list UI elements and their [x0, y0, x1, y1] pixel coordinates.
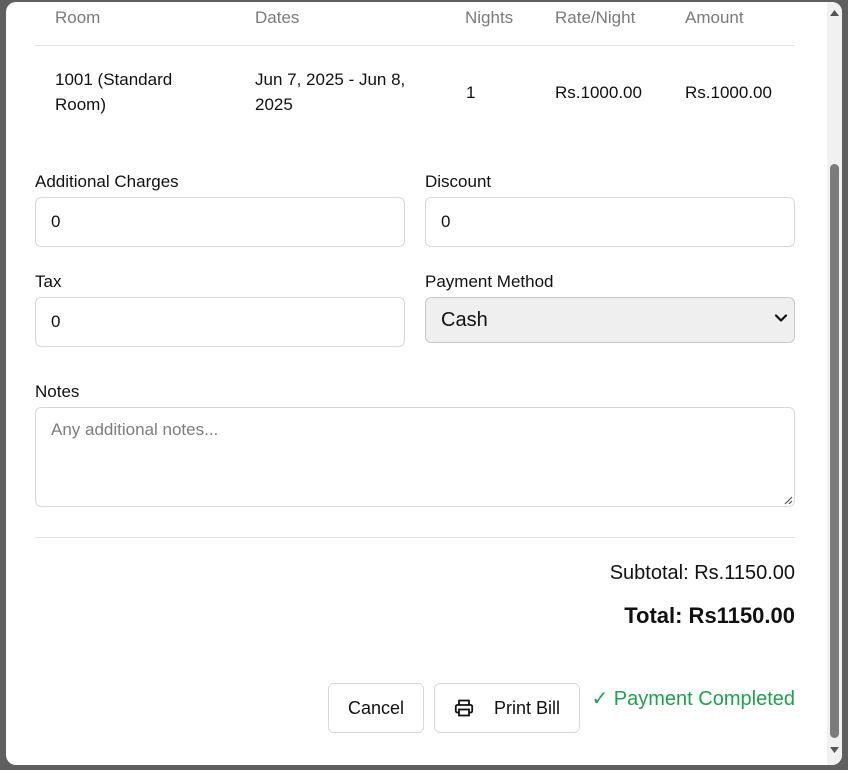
table-header: Room Dates Nights Rate/Night Amount: [35, 2, 795, 46]
print-bill-label: Print Bill: [493, 697, 560, 718]
cell-amount: Rs.1000.00: [685, 83, 772, 102]
column-header-amount: Amount: [685, 8, 744, 27]
cell-dates-line1: Jun 7, 2025 - Jun 8,: [255, 70, 406, 89]
cancel-button[interactable]: Cancel: [328, 683, 424, 733]
column-header-rate: Rate/Night: [555, 8, 636, 27]
printer-icon: [454, 699, 474, 717]
additional-charges-input[interactable]: [35, 197, 405, 247]
cell-room: 1001 (Standard Room): [55, 67, 172, 117]
scrollbar-thumb[interactable]: [830, 164, 839, 738]
column-header-room: Room: [55, 8, 101, 27]
cell-nights: 1: [466, 83, 476, 102]
cell-rate: Rs.1000.00: [555, 83, 642, 102]
payment-method-label: Payment Method: [425, 272, 554, 291]
notes-label: Notes: [35, 382, 80, 401]
tax-input[interactable]: [35, 297, 405, 347]
payment-method-select[interactable]: Cash: [425, 297, 795, 343]
billing-modal: Room Dates Nights Rate/Night Amount 1001…: [6, 2, 842, 765]
cancel-button-label: Cancel: [347, 697, 405, 718]
notes-textarea[interactable]: [35, 407, 795, 507]
divider: [35, 537, 795, 538]
column-header-dates: Dates: [255, 8, 300, 27]
payment-status: ✓ Payment Completed: [591, 688, 795, 710]
discount-label: Discount: [425, 172, 492, 191]
cell-room-line1: 1001 (Standard: [55, 70, 173, 89]
cell-room-line2: Room): [55, 95, 107, 114]
resize-grip-icon[interactable]: [783, 495, 793, 505]
column-header-nights: Nights: [465, 8, 514, 27]
tax-label: Tax: [35, 272, 62, 291]
additional-charges-label: Additional Charges: [35, 172, 179, 191]
total-text: Total: Rs1150.00: [624, 603, 795, 628]
chevron-down-icon: [774, 314, 788, 322]
scroll-down-icon[interactable]: [830, 746, 839, 754]
cell-dates: Jun 7, 2025 - Jun 8, 2025: [255, 67, 405, 117]
payment-method-value: Cash: [441, 308, 488, 331]
modal-content: Room Dates Nights Rate/Night Amount 1001…: [35, 2, 795, 765]
discount-input[interactable]: [425, 197, 795, 247]
subtotal-text: Subtotal: Rs.1150.00: [609, 562, 795, 584]
cell-dates-line2: 2025: [255, 95, 293, 114]
vertical-scrollbar[interactable]: [827, 2, 842, 765]
print-bill-button[interactable]: Print Bill: [434, 683, 580, 733]
scroll-up-icon[interactable]: [830, 9, 839, 17]
